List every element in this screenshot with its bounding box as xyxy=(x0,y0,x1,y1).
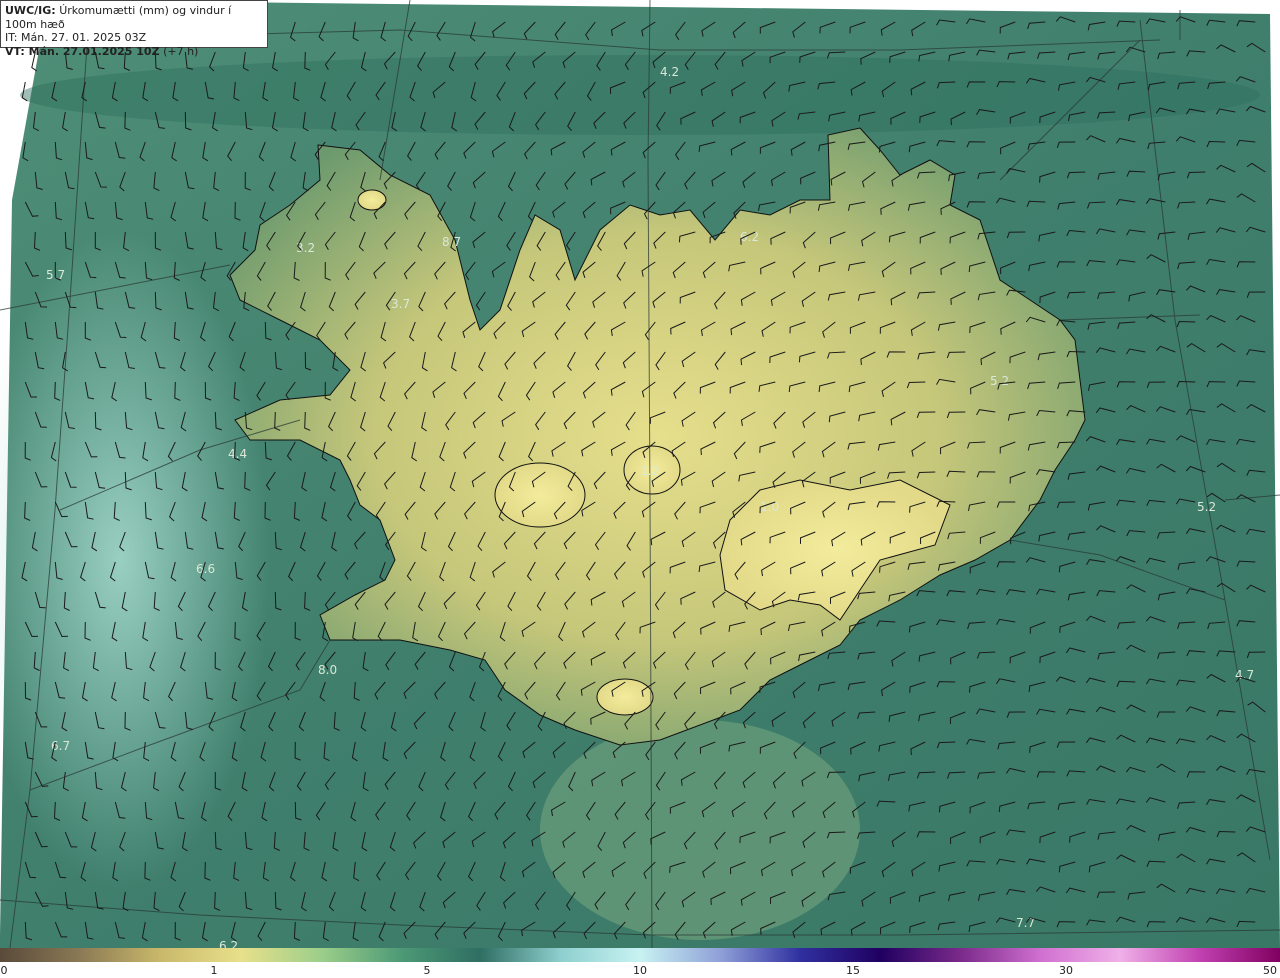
colorbar-tick-label: 1 xyxy=(210,964,218,977)
map-value-label: 3.7 xyxy=(391,297,410,311)
map-legend: UWC/IG: Úrkomumætti (mm) og vindur í 100… xyxy=(0,0,268,58)
north-sea-band xyxy=(20,55,1260,135)
map-value-label: 5.2 xyxy=(1197,500,1216,514)
map-value-label: 1.2 xyxy=(640,464,659,478)
myrdalsjokull-glacier xyxy=(596,678,654,716)
map-value-label: 4.2 xyxy=(660,65,679,79)
colorbar xyxy=(0,948,1280,962)
legend-title-line: UWC/IG: Úrkomumætti (mm) og vindur í 100… xyxy=(5,4,263,31)
legend-init-time: IT: Mán. 27. 01. 2025 03Z xyxy=(5,31,147,44)
map-value-label: 6.6 xyxy=(196,562,215,576)
langjokull-glacier xyxy=(494,462,586,528)
map-value-label: 5.2 xyxy=(990,374,1009,388)
map-value-label: 1.0 xyxy=(760,500,779,514)
drangajokull-glacier xyxy=(357,189,387,211)
colorbar-labels: 0 1 5 10 15 30 50 xyxy=(0,962,1280,978)
legend-valid-offset: (+7 h) xyxy=(163,44,199,58)
weather-map: 4.2 8.7 3.2 5.7 3.7 6.2 5.2 4.4 1.2 1.0 … xyxy=(0,0,1280,948)
legend-valid-time: VT: Mán. 27.01.2025 10Z xyxy=(5,44,160,58)
map-value-label: 8.0 xyxy=(318,663,337,677)
legend-product: UWC/IG: xyxy=(5,4,56,17)
map-value-label: 6.2 xyxy=(740,230,759,244)
colorbar-tick-label: 0 xyxy=(0,964,8,977)
legend-valid-line: VT: Mán. 27.01.2025 10Z (+7 h) xyxy=(5,45,263,59)
colorbar-tick-label: 10 xyxy=(633,964,647,977)
colorbar-tick-label: 30 xyxy=(1059,964,1073,977)
colorbar-tick-label: 5 xyxy=(423,964,431,977)
colorbar-tick-label: 15 xyxy=(846,964,860,977)
colorbar-tick-label: 50 xyxy=(1263,964,1277,977)
